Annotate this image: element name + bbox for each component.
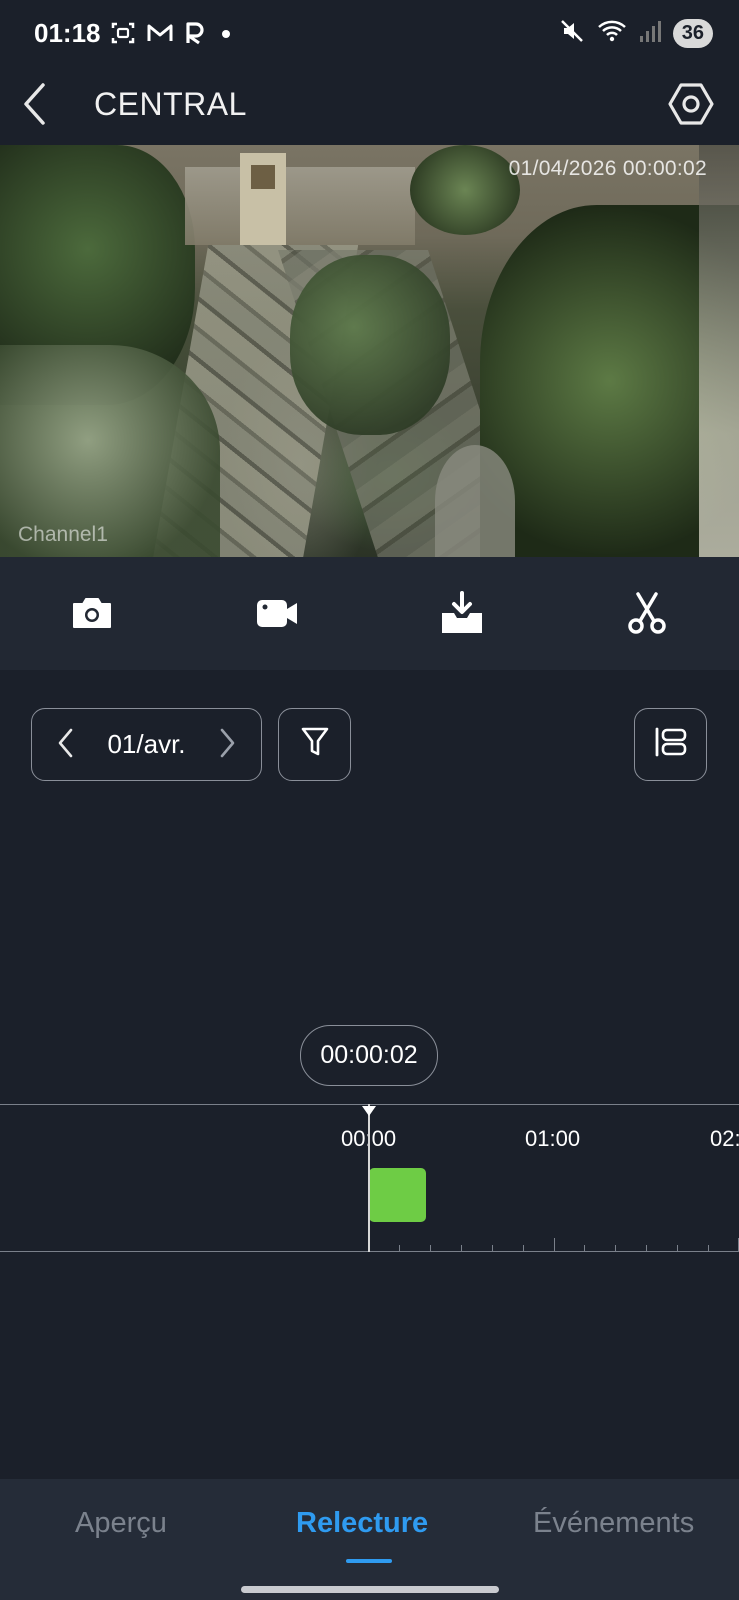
timeline-playhead[interactable] bbox=[368, 1104, 370, 1252]
status-notification-icons bbox=[110, 20, 236, 51]
settings-button[interactable] bbox=[665, 80, 717, 132]
signal-icon bbox=[639, 19, 661, 48]
tab-evenements[interactable]: Événements bbox=[533, 1507, 694, 1540]
gmail-icon bbox=[146, 21, 174, 50]
filter-button[interactable] bbox=[278, 708, 351, 781]
record-button[interactable] bbox=[247, 587, 307, 643]
status-bar: 01:18 36 bbox=[0, 0, 739, 70]
scene-center-bush bbox=[290, 255, 450, 435]
scene-gate bbox=[185, 167, 415, 245]
filter-icon bbox=[300, 726, 330, 763]
video-channel-label: Channel1 bbox=[18, 523, 108, 546]
home-gesture-bar[interactable] bbox=[241, 1586, 499, 1593]
timeline-top-border bbox=[0, 1104, 739, 1105]
timeline-tick bbox=[492, 1245, 493, 1252]
chevron-right-icon bbox=[217, 727, 237, 764]
page-title: CENTRAL bbox=[94, 86, 247, 122]
download-icon bbox=[440, 590, 484, 640]
battery-indicator: 36 bbox=[672, 19, 713, 48]
clip-button[interactable] bbox=[617, 587, 677, 643]
camera-icon bbox=[70, 595, 114, 636]
back-button[interactable] bbox=[10, 78, 60, 134]
timeline-label-1: 01:00 bbox=[525, 1126, 581, 1151]
tab-relecture[interactable]: Relecture bbox=[296, 1507, 428, 1540]
timeline-tick bbox=[646, 1245, 647, 1252]
playhead-marker-icon bbox=[362, 1106, 376, 1116]
scene-mailbox bbox=[251, 165, 275, 189]
timeline-label-2: 02: bbox=[710, 1126, 739, 1151]
scissors-icon bbox=[625, 591, 669, 640]
date-selector: 01/avr. bbox=[31, 708, 262, 781]
active-tab-indicator bbox=[346, 1559, 392, 1563]
snapshot-button[interactable] bbox=[62, 587, 122, 643]
recording-segment[interactable] bbox=[369, 1168, 426, 1222]
timeline-tick bbox=[461, 1245, 462, 1252]
status-time: 01:18 bbox=[34, 18, 101, 48]
timeline-tick bbox=[615, 1245, 616, 1252]
tab-apercu[interactable]: Aperçu bbox=[75, 1507, 167, 1540]
notification-dot-icon bbox=[216, 23, 236, 48]
current-playback-time: 00:00:02 bbox=[300, 1025, 438, 1086]
scene-right-edge bbox=[699, 145, 739, 557]
timeline-tick bbox=[399, 1245, 400, 1252]
video-player[interactable]: 01/04/2026 00:00:02 Channel1 bbox=[0, 145, 739, 557]
layout-icon bbox=[654, 726, 688, 763]
timeline-tick bbox=[523, 1245, 524, 1252]
layout-button[interactable] bbox=[634, 708, 707, 781]
timeline-tick bbox=[584, 1245, 585, 1252]
hexagon-gear-icon bbox=[668, 81, 714, 132]
screenshot-icon bbox=[110, 20, 136, 51]
timeline-tick bbox=[677, 1245, 678, 1252]
timeline-bottom-border bbox=[0, 1251, 739, 1252]
app-header: CENTRAL bbox=[0, 70, 739, 145]
video-timestamp: 01/04/2026 00:00:02 bbox=[508, 157, 707, 180]
next-day-button[interactable] bbox=[207, 723, 247, 767]
timeline-tick bbox=[430, 1245, 431, 1252]
scene-low-wall bbox=[435, 445, 515, 557]
wifi-icon bbox=[597, 18, 627, 49]
status-system-icons: 36 bbox=[559, 18, 713, 49]
video-record-icon bbox=[255, 595, 299, 636]
timeline[interactable]: 00:00 01:00 02: bbox=[0, 1104, 739, 1252]
timeline-tick bbox=[708, 1245, 709, 1252]
scene-top-bush bbox=[410, 145, 520, 235]
chevron-left-icon bbox=[21, 82, 49, 131]
mute-icon bbox=[559, 18, 585, 49]
r-app-icon bbox=[184, 21, 206, 50]
playback-toolbar bbox=[0, 557, 739, 670]
download-button[interactable] bbox=[432, 587, 492, 643]
bottom-navigation: Aperçu Relecture Événements bbox=[0, 1479, 739, 1600]
timeline-tick bbox=[554, 1238, 555, 1252]
